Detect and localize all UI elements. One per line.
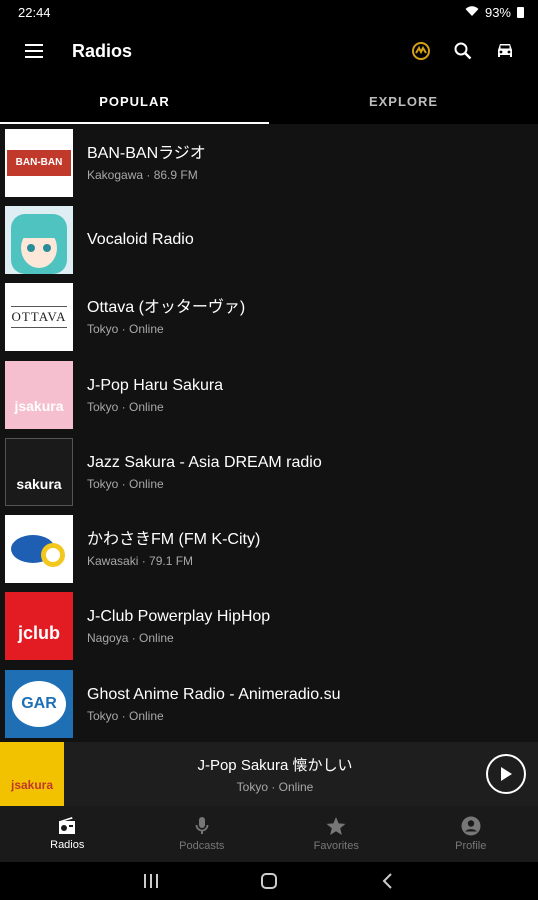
station-logo-text: BAN-BAN <box>15 157 63 169</box>
station-location: Kawasaki · 79.1 FM <box>87 554 194 569</box>
station-name: かわさきFM (FM K-City) <box>87 531 261 549</box>
status-time: 22:44 <box>18 4 51 20</box>
station-logo-text: jsakura <box>14 397 64 414</box>
station-logo: BAN-BAN <box>5 128 73 197</box>
back-icon <box>382 873 392 889</box>
now-playing-bar[interactable]: jsakura J-Pop Sakura 懐かしい Tokyo · Online <box>0 742 538 806</box>
station-logo-text: GAR <box>21 694 57 712</box>
station-name: Ottava (オッターヴァ) <box>87 299 246 317</box>
nav-favorites[interactable]: Favorites <box>269 806 404 862</box>
station-item[interactable]: jsakura J-Pop Haru Sakura Tokyo · Online <box>0 356 538 433</box>
now-playing-logo: jsakura <box>0 742 64 806</box>
station-name: J-Club Powerplay HipHop <box>87 608 271 626</box>
nav-label: Profile <box>455 840 487 852</box>
station-logo: jclub <box>5 592 73 661</box>
hamburger-menu-icon <box>25 44 43 58</box>
premium-badge-icon <box>412 42 430 60</box>
station-logo <box>5 205 73 274</box>
station-item[interactable]: sakura Jazz Sakura - Asia DREAM radio To… <box>0 433 538 510</box>
home-icon <box>261 873 277 889</box>
nav-label: Radios <box>50 839 85 851</box>
station-name: J-Pop Haru Sakura <box>87 376 224 394</box>
now-playing-logo-text: jsakura <box>10 778 54 792</box>
wifi-icon <box>465 5 479 20</box>
station-logo: OTTAVA <box>5 283 73 352</box>
station-name: Jazz Sakura - Asia DREAM radio <box>87 453 322 471</box>
battery-level: 93% <box>484 4 511 20</box>
car-icon <box>498 44 512 57</box>
star-icon <box>326 816 346 835</box>
status-bar: 22:44 93% <box>0 0 538 24</box>
station-name: BAN-BANラジオ <box>87 144 206 162</box>
station-item[interactable]: jclub J-Club Powerplay HipHop Nagoya · O… <box>0 588 538 665</box>
station-logo-text: OTTAVA <box>11 306 67 329</box>
now-playing-location: Tokyo · Online <box>236 780 314 794</box>
station-item[interactable]: OTTAVA Ottava (オッターヴァ) Tokyo · Online <box>0 279 538 356</box>
nav-radios[interactable]: Radios <box>0 806 135 862</box>
bottom-navigation: Radios Podcasts Favorites Profile <box>0 806 538 862</box>
search-button[interactable] <box>442 30 484 72</box>
recents-button[interactable] <box>92 873 210 889</box>
status-icons: 93% <box>465 5 524 20</box>
app-bar: Radios <box>0 24 538 78</box>
nav-profile[interactable]: Profile <box>404 806 538 862</box>
tab-popular[interactable]: POPULAR <box>0 78 269 124</box>
station-logo: jsakura <box>5 360 73 429</box>
nav-label: Favorites <box>313 839 359 852</box>
search-icon <box>454 42 472 60</box>
nav-podcasts[interactable]: Podcasts <box>135 806 270 862</box>
menu-button[interactable] <box>6 24 62 78</box>
recents-icon <box>144 874 158 888</box>
station-location: Tokyo · Online <box>87 708 164 723</box>
station-list: BAN-BAN BAN-BANラジオ Kakogawa · 86.9 FM Vo… <box>0 124 538 742</box>
station-logo-text: sakura <box>16 475 62 492</box>
tab-bar: POPULAR EXPLORE <box>0 78 538 124</box>
station-item[interactable]: BAN-BAN BAN-BANラジオ Kakogawa · 86.9 FM <box>0 124 538 201</box>
premium-badge-button[interactable] <box>400 30 442 72</box>
account-icon <box>461 816 481 836</box>
station-location: Tokyo · Online <box>87 399 164 414</box>
now-playing-title: J-Pop Sakura 懐かしい <box>197 757 353 774</box>
back-button[interactable] <box>328 873 446 889</box>
station-location: Nagoya · Online <box>87 631 174 646</box>
station-logo-text: jclub <box>17 622 60 643</box>
station-location: Tokyo · Online <box>87 476 164 491</box>
page-title: Radios <box>72 40 133 61</box>
station-location: Kakogawa · 86.9 FM <box>87 167 198 182</box>
system-navigation-bar <box>0 862 538 900</box>
station-logo: GAR <box>5 669 73 738</box>
nav-label: Podcasts <box>179 840 225 852</box>
station-location: Tokyo · Online <box>87 322 164 337</box>
station-name: Vocaloid Radio <box>87 230 194 248</box>
station-logo <box>5 515 73 584</box>
station-item[interactable]: GAR Ghost Anime Radio - Animeradio.su To… <box>0 665 538 742</box>
battery-icon <box>517 6 524 18</box>
home-button[interactable] <box>210 872 328 890</box>
station-logo: sakura <box>5 437 73 506</box>
mic-icon <box>195 817 209 834</box>
play-icon <box>501 767 512 781</box>
radio-icon <box>59 817 76 834</box>
play-button[interactable] <box>486 754 526 794</box>
tab-explore[interactable]: EXPLORE <box>269 78 538 124</box>
station-name: Ghost Anime Radio - Animeradio.su <box>87 685 341 703</box>
station-item[interactable]: かわさきFM (FM K-City) Kawasaki · 79.1 FM <box>0 510 538 587</box>
station-item[interactable]: Vocaloid Radio <box>0 201 538 278</box>
car-mode-button[interactable] <box>484 30 526 72</box>
